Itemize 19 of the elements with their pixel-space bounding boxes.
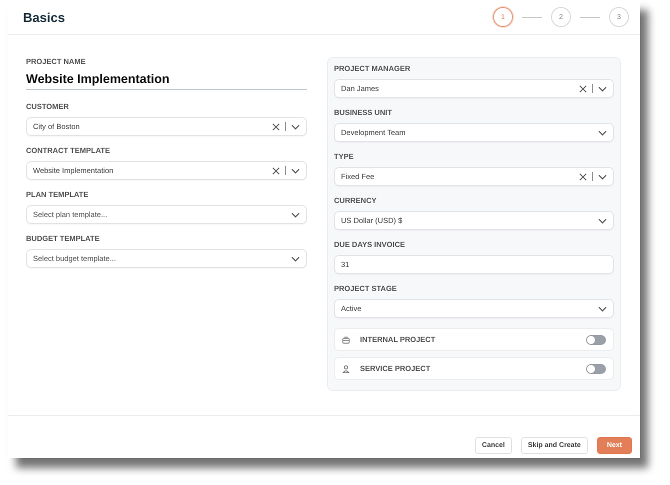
project-name-field[interactable]: Website Implementation (26, 72, 307, 90)
chevron-down-icon[interactable] (291, 168, 300, 174)
toggle-switch[interactable] (586, 334, 606, 344)
clear-icon[interactable] (272, 122, 280, 130)
chevron-down-icon[interactable] (598, 218, 607, 224)
person-icon (342, 364, 350, 372)
chevron-down-icon[interactable] (598, 174, 607, 180)
toggle-switch[interactable] (586, 364, 606, 374)
dialog-title: Basics (23, 10, 65, 24)
chevron-down-icon[interactable] (598, 130, 607, 136)
chevron-down-icon[interactable] (598, 86, 607, 92)
chevron-down-icon[interactable] (291, 212, 300, 218)
clear-icon[interactable] (272, 166, 280, 174)
clear-icon[interactable] (579, 84, 587, 92)
briefcase-icon (342, 336, 350, 344)
chevron-down-icon[interactable] (291, 124, 300, 130)
chevron-down-icon[interactable] (291, 256, 300, 262)
clear-icon[interactable] (579, 172, 587, 180)
chevron-down-icon[interactable] (598, 306, 607, 312)
